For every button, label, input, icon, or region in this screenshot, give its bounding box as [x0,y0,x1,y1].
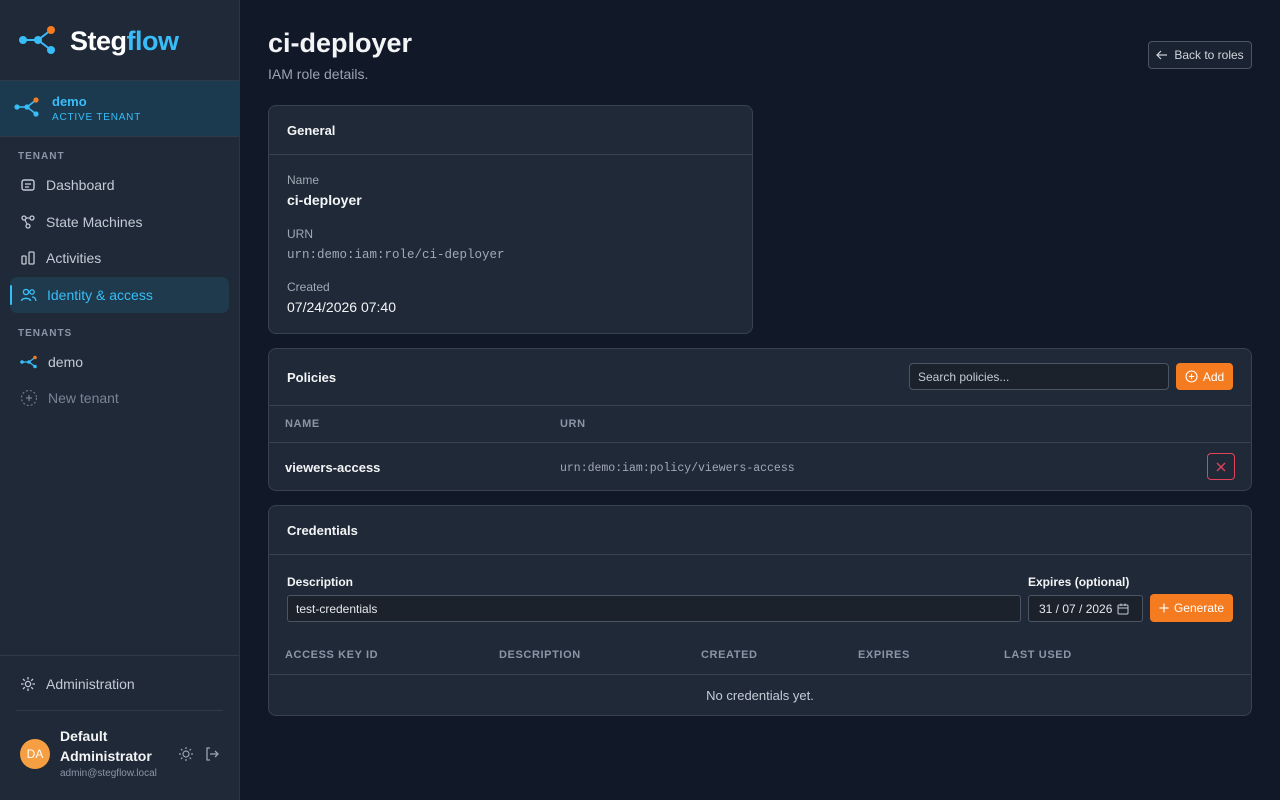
created-label: Created [287,280,330,294]
name-label: Name [287,173,320,187]
sidebar-item-label: demo [48,354,84,370]
theme-toggle-sun-icon[interactable] [178,746,194,765]
sidebar-item-label: New tenant [48,390,119,406]
add-policy-button[interactable]: Add [1176,363,1233,390]
description-label: Description [287,575,354,589]
expires-date-input[interactable]: 31 / 07 / 2026 [1028,595,1143,622]
expires-label: Expires (optional) [1028,575,1130,589]
urn-value: urn:demo:iam:role/ci-deployer [287,248,505,262]
sidebar-item-label: State Machines [46,214,143,230]
remove-policy-button[interactable] [1207,453,1235,480]
add-label: Add [1202,369,1225,384]
activities-icon [21,251,35,265]
general-title: General [269,106,752,155]
sidebar-item-activities[interactable]: Activities [10,240,229,276]
policies-card: Policies Add NAME URN viewers-access urn… [268,348,1252,491]
plus-circle-icon [21,390,37,406]
brand-name: Stegflow [70,25,179,56]
credentials-title: Credentials [269,506,1251,555]
column-header-created: CREATED [701,649,758,661]
policies-table-header: NAME URN [269,405,1251,443]
column-header-access-key-id: ACCESS KEY ID [285,649,379,661]
user-email: admin@stegflow.local [60,768,157,779]
description-input[interactable]: test-credentials [287,595,1021,622]
created-value: 07/24/2026 07:40 [287,299,396,315]
gear-icon [21,677,35,691]
sidebar-item-state-machines[interactable]: State Machines [10,204,229,240]
plus-circle-icon [1185,370,1198,383]
sidebar-item-label: Identity & access [47,287,153,303]
tenant-logo-icon [14,97,40,120]
active-tenant[interactable]: demo ACTIVE TENANT [0,81,239,137]
column-header-urn: URN [560,418,586,430]
expires-value: 31 / 07 / 2026 [1039,601,1113,616]
sidebar-item-dashboard[interactable]: Dashboard [10,167,229,203]
page-subtitle: IAM role details. [268,66,369,82]
users-icon [20,288,37,302]
sidebar-item-label: Dashboard [46,177,115,193]
close-icon [1216,462,1226,471]
general-card: General Name ci-deployer URN urn:demo:ia… [268,105,753,334]
credentials-table-header: ACCESS KEY ID DESCRIPTION CREATED EXPIRE… [269,637,1251,675]
brand-logo[interactable]: Stegflow [18,24,179,58]
description-value: test-credentials [296,601,378,616]
name-value: ci-deployer [287,192,362,208]
credentials-card: Credentials Description test-credentials… [268,505,1252,716]
back-label: Back to roles [1174,48,1244,62]
credentials-empty-state: No credentials yet. [706,688,814,703]
policy-urn: urn:demo:iam:policy/viewers-access [560,462,795,475]
tenant-section-label: TENANT [18,151,65,162]
sidebar-item-identity-access[interactable]: Identity & access [10,277,229,313]
divider [0,655,239,656]
plus-icon [1159,603,1169,613]
tenants-section-label: TENANTS [18,328,73,339]
sidebar: Stegflow demo ACTIVE TENANT TENANT Dashb… [0,0,240,800]
sidebar-item-label: Activities [46,250,102,266]
avatar[interactable]: DA [20,739,50,769]
active-tenant-label: ACTIVE TENANT [52,112,142,123]
column-header-expires: EXPIRES [858,649,910,661]
dashboard-icon [21,179,35,191]
logout-icon[interactable] [204,746,220,765]
stegflow-logo-icon [18,25,58,58]
state-machine-icon [21,215,35,229]
page-title: ci-deployer [268,28,413,58]
column-header-name: NAME [285,418,320,430]
sidebar-tenant-demo[interactable]: demo [10,344,229,380]
urn-label: URN [287,227,313,241]
sidebar-item-administration[interactable]: Administration [10,666,229,702]
column-header-last-used: LAST USED [1004,649,1072,661]
back-to-roles-button[interactable]: Back to roles [1148,41,1252,69]
arrow-left-icon [1156,50,1168,60]
divider [16,710,223,711]
active-tenant-name: demo [52,94,87,109]
user-profile: DA Default Administrator admin@stegflow.… [20,726,224,779]
generate-label: Generate [1173,601,1225,615]
calendar-icon[interactable] [1117,603,1129,615]
generate-credentials-button[interactable]: Generate [1150,594,1233,622]
new-tenant-button[interactable]: New tenant [10,380,229,416]
policy-name[interactable]: viewers-access [285,460,380,475]
tenant-logo-icon [20,355,37,369]
user-name: Default Administrator [60,728,152,764]
sidebar-item-label: Administration [46,676,135,692]
search-policies-input[interactable] [909,363,1169,390]
column-header-description: DESCRIPTION [499,649,581,661]
